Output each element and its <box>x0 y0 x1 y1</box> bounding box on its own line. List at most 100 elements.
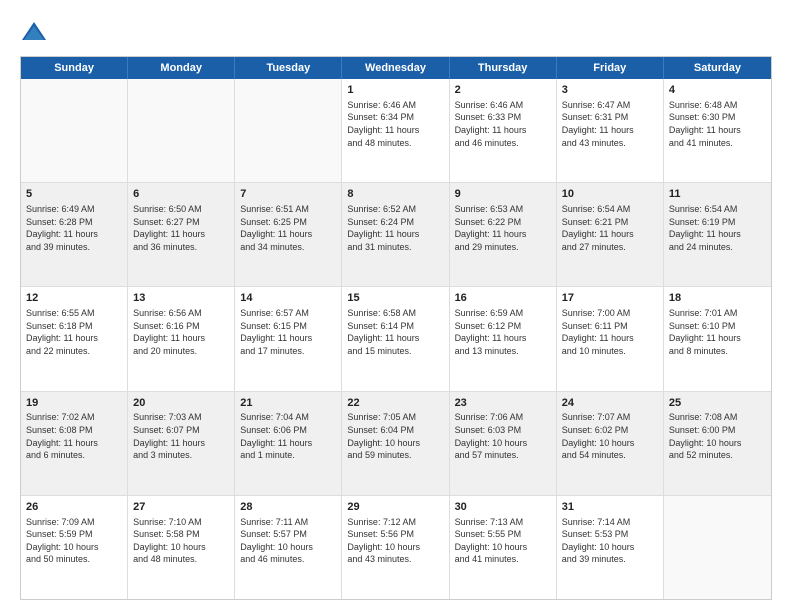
calendar-cell: 25Sunrise: 7:08 AM Sunset: 6:00 PM Dayli… <box>664 392 771 495</box>
weekday-header: Sunday <box>21 57 128 79</box>
calendar-cell: 24Sunrise: 7:07 AM Sunset: 6:02 PM Dayli… <box>557 392 664 495</box>
cell-info: Sunrise: 7:10 AM Sunset: 5:58 PM Dayligh… <box>133 516 229 566</box>
cell-info: Sunrise: 6:58 AM Sunset: 6:14 PM Dayligh… <box>347 307 443 357</box>
day-number: 27 <box>133 500 229 515</box>
day-number: 31 <box>562 500 658 515</box>
calendar-cell: 15Sunrise: 6:58 AM Sunset: 6:14 PM Dayli… <box>342 287 449 390</box>
calendar-row: 26Sunrise: 7:09 AM Sunset: 5:59 PM Dayli… <box>21 496 771 599</box>
cell-info: Sunrise: 6:54 AM Sunset: 6:19 PM Dayligh… <box>669 203 766 253</box>
logo <box>20 18 50 46</box>
calendar-cell: 20Sunrise: 7:03 AM Sunset: 6:07 PM Dayli… <box>128 392 235 495</box>
header <box>20 18 772 46</box>
calendar-cell: 27Sunrise: 7:10 AM Sunset: 5:58 PM Dayli… <box>128 496 235 599</box>
calendar-cell: 23Sunrise: 7:06 AM Sunset: 6:03 PM Dayli… <box>450 392 557 495</box>
weekday-header: Tuesday <box>235 57 342 79</box>
day-number: 17 <box>562 291 658 306</box>
cell-info: Sunrise: 6:50 AM Sunset: 6:27 PM Dayligh… <box>133 203 229 253</box>
calendar-cell: 21Sunrise: 7:04 AM Sunset: 6:06 PM Dayli… <box>235 392 342 495</box>
logo-icon <box>20 18 48 46</box>
day-number: 1 <box>347 83 443 98</box>
calendar-cell: 18Sunrise: 7:01 AM Sunset: 6:10 PM Dayli… <box>664 287 771 390</box>
cell-info: Sunrise: 6:57 AM Sunset: 6:15 PM Dayligh… <box>240 307 336 357</box>
calendar-row: 5Sunrise: 6:49 AM Sunset: 6:28 PM Daylig… <box>21 183 771 287</box>
calendar-cell <box>128 79 235 182</box>
day-number: 19 <box>26 396 122 411</box>
calendar-cell: 7Sunrise: 6:51 AM Sunset: 6:25 PM Daylig… <box>235 183 342 286</box>
calendar: SundayMondayTuesdayWednesdayThursdayFrid… <box>20 56 772 600</box>
cell-info: Sunrise: 6:51 AM Sunset: 6:25 PM Dayligh… <box>240 203 336 253</box>
calendar-header: SundayMondayTuesdayWednesdayThursdayFrid… <box>21 57 771 79</box>
cell-info: Sunrise: 7:14 AM Sunset: 5:53 PM Dayligh… <box>562 516 658 566</box>
day-number: 9 <box>455 187 551 202</box>
cell-info: Sunrise: 7:09 AM Sunset: 5:59 PM Dayligh… <box>26 516 122 566</box>
cell-info: Sunrise: 7:02 AM Sunset: 6:08 PM Dayligh… <box>26 411 122 461</box>
calendar-body: 1Sunrise: 6:46 AM Sunset: 6:34 PM Daylig… <box>21 79 771 599</box>
day-number: 15 <box>347 291 443 306</box>
day-number: 5 <box>26 187 122 202</box>
calendar-cell <box>235 79 342 182</box>
day-number: 13 <box>133 291 229 306</box>
day-number: 7 <box>240 187 336 202</box>
cell-info: Sunrise: 6:53 AM Sunset: 6:22 PM Dayligh… <box>455 203 551 253</box>
cell-info: Sunrise: 6:49 AM Sunset: 6:28 PM Dayligh… <box>26 203 122 253</box>
calendar-cell: 31Sunrise: 7:14 AM Sunset: 5:53 PM Dayli… <box>557 496 664 599</box>
day-number: 29 <box>347 500 443 515</box>
weekday-header: Friday <box>557 57 664 79</box>
day-number: 10 <box>562 187 658 202</box>
calendar-cell: 28Sunrise: 7:11 AM Sunset: 5:57 PM Dayli… <box>235 496 342 599</box>
day-number: 16 <box>455 291 551 306</box>
cell-info: Sunrise: 6:52 AM Sunset: 6:24 PM Dayligh… <box>347 203 443 253</box>
cell-info: Sunrise: 7:06 AM Sunset: 6:03 PM Dayligh… <box>455 411 551 461</box>
calendar-cell: 3Sunrise: 6:47 AM Sunset: 6:31 PM Daylig… <box>557 79 664 182</box>
cell-info: Sunrise: 6:56 AM Sunset: 6:16 PM Dayligh… <box>133 307 229 357</box>
cell-info: Sunrise: 7:08 AM Sunset: 6:00 PM Dayligh… <box>669 411 766 461</box>
calendar-cell: 30Sunrise: 7:13 AM Sunset: 5:55 PM Dayli… <box>450 496 557 599</box>
weekday-header: Saturday <box>664 57 771 79</box>
cell-info: Sunrise: 6:46 AM Sunset: 6:33 PM Dayligh… <box>455 99 551 149</box>
day-number: 30 <box>455 500 551 515</box>
calendar-cell: 11Sunrise: 6:54 AM Sunset: 6:19 PM Dayli… <box>664 183 771 286</box>
cell-info: Sunrise: 6:59 AM Sunset: 6:12 PM Dayligh… <box>455 307 551 357</box>
calendar-cell: 5Sunrise: 6:49 AM Sunset: 6:28 PM Daylig… <box>21 183 128 286</box>
cell-info: Sunrise: 6:48 AM Sunset: 6:30 PM Dayligh… <box>669 99 766 149</box>
day-number: 25 <box>669 396 766 411</box>
weekday-header: Wednesday <box>342 57 449 79</box>
cell-info: Sunrise: 7:07 AM Sunset: 6:02 PM Dayligh… <box>562 411 658 461</box>
day-number: 8 <box>347 187 443 202</box>
calendar-cell <box>664 496 771 599</box>
cell-info: Sunrise: 6:46 AM Sunset: 6:34 PM Dayligh… <box>347 99 443 149</box>
day-number: 22 <box>347 396 443 411</box>
calendar-cell: 16Sunrise: 6:59 AM Sunset: 6:12 PM Dayli… <box>450 287 557 390</box>
calendar-cell: 22Sunrise: 7:05 AM Sunset: 6:04 PM Dayli… <box>342 392 449 495</box>
calendar-cell: 17Sunrise: 7:00 AM Sunset: 6:11 PM Dayli… <box>557 287 664 390</box>
cell-info: Sunrise: 7:04 AM Sunset: 6:06 PM Dayligh… <box>240 411 336 461</box>
calendar-row: 12Sunrise: 6:55 AM Sunset: 6:18 PM Dayli… <box>21 287 771 391</box>
day-number: 26 <box>26 500 122 515</box>
cell-info: Sunrise: 6:55 AM Sunset: 6:18 PM Dayligh… <box>26 307 122 357</box>
day-number: 24 <box>562 396 658 411</box>
calendar-cell: 19Sunrise: 7:02 AM Sunset: 6:08 PM Dayli… <box>21 392 128 495</box>
cell-info: Sunrise: 7:00 AM Sunset: 6:11 PM Dayligh… <box>562 307 658 357</box>
calendar-cell: 26Sunrise: 7:09 AM Sunset: 5:59 PM Dayli… <box>21 496 128 599</box>
cell-info: Sunrise: 7:01 AM Sunset: 6:10 PM Dayligh… <box>669 307 766 357</box>
day-number: 21 <box>240 396 336 411</box>
calendar-cell: 8Sunrise: 6:52 AM Sunset: 6:24 PM Daylig… <box>342 183 449 286</box>
day-number: 23 <box>455 396 551 411</box>
cell-info: Sunrise: 7:13 AM Sunset: 5:55 PM Dayligh… <box>455 516 551 566</box>
weekday-header: Monday <box>128 57 235 79</box>
day-number: 11 <box>669 187 766 202</box>
calendar-cell: 1Sunrise: 6:46 AM Sunset: 6:34 PM Daylig… <box>342 79 449 182</box>
calendar-cell: 4Sunrise: 6:48 AM Sunset: 6:30 PM Daylig… <box>664 79 771 182</box>
calendar-cell: 29Sunrise: 7:12 AM Sunset: 5:56 PM Dayli… <box>342 496 449 599</box>
day-number: 28 <box>240 500 336 515</box>
calendar-row: 1Sunrise: 6:46 AM Sunset: 6:34 PM Daylig… <box>21 79 771 183</box>
cell-info: Sunrise: 6:47 AM Sunset: 6:31 PM Dayligh… <box>562 99 658 149</box>
weekday-header: Thursday <box>450 57 557 79</box>
page: SundayMondayTuesdayWednesdayThursdayFrid… <box>0 0 792 612</box>
cell-info: Sunrise: 7:12 AM Sunset: 5:56 PM Dayligh… <box>347 516 443 566</box>
day-number: 2 <box>455 83 551 98</box>
calendar-cell: 14Sunrise: 6:57 AM Sunset: 6:15 PM Dayli… <box>235 287 342 390</box>
day-number: 18 <box>669 291 766 306</box>
calendar-cell: 13Sunrise: 6:56 AM Sunset: 6:16 PM Dayli… <box>128 287 235 390</box>
cell-info: Sunrise: 7:03 AM Sunset: 6:07 PM Dayligh… <box>133 411 229 461</box>
